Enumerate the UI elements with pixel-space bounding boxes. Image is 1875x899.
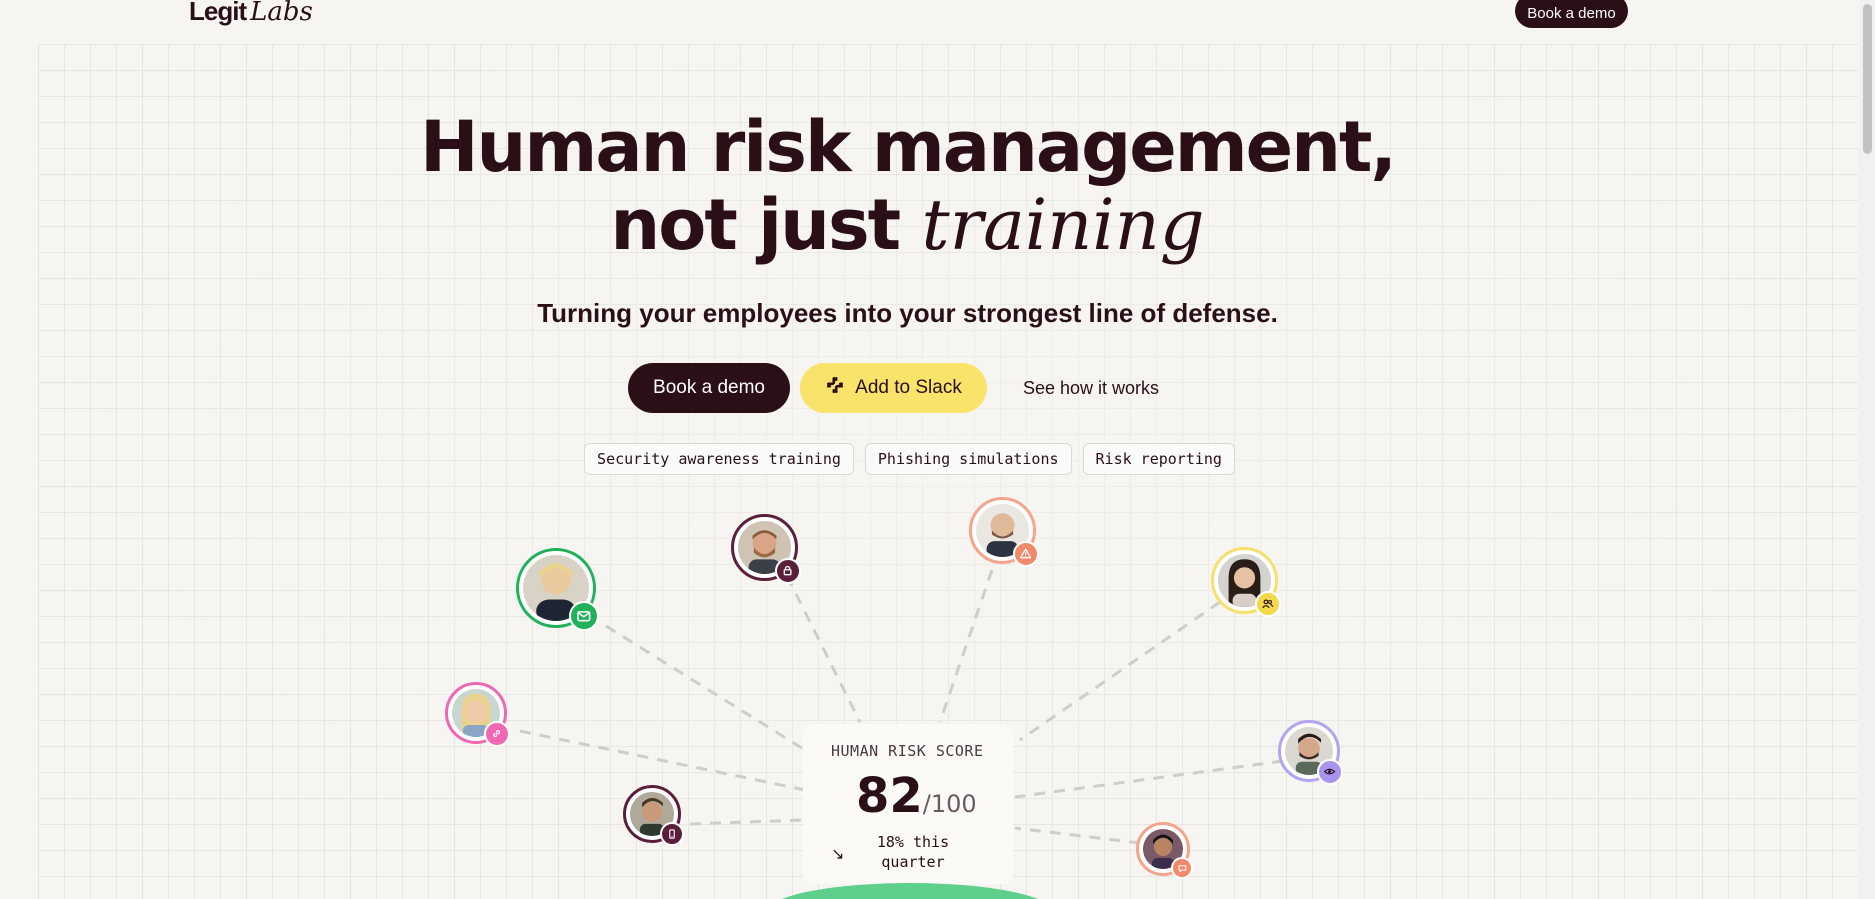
human-risk-score-card: HUMAN RISK SCORE 82 /100 ↘ 18% this quar… [803,724,1013,884]
link-icon [484,721,510,747]
score-trend: ↘ 18% this quarter [831,832,1013,872]
avatar-chat[interactable] [1136,822,1193,879]
eye-icon [1317,759,1343,785]
hero-title-script: training [921,184,1205,266]
trend-down-icon: ↘ [831,846,845,863]
avatar-eye[interactable] [1278,720,1343,785]
avatar-link[interactable] [445,682,510,747]
avatar-mail[interactable] [516,548,599,631]
scrollbar[interactable] [1859,0,1875,899]
trend-text: 18% this quarter [876,833,950,871]
alert-icon [1013,541,1039,567]
add-to-slack-button[interactable]: Add to Slack [800,363,987,413]
phone-icon [660,822,684,846]
hero-title-line1: Human risk management, [419,106,1397,188]
hero-title: Human risk management, not just training [0,108,1815,264]
logo-wordmark: Legit [189,0,247,26]
feature-tags: Security awareness training Phishing sim… [0,443,1815,475]
hero-subtitle: Turning your employees into your stronge… [537,298,1278,328]
tag-risk-reporting[interactable]: Risk reporting [1082,443,1235,475]
score-max: /100 [922,790,977,818]
lock-icon [775,558,801,584]
score-value: 82 [856,768,923,824]
avatar-phone[interactable] [623,785,684,846]
book-demo-button[interactable]: Book a demo [628,363,790,413]
tag-phishing-simulations[interactable]: Phishing simulations [864,443,1072,475]
hero-title-line2: not just [610,184,901,266]
avatar-lock[interactable] [731,514,801,584]
add-to-slack-label: Add to Slack [855,377,962,398]
users-icon [1255,591,1281,617]
logo-script: Labs [250,0,313,27]
tag-security-awareness[interactable]: Security awareness training [584,443,854,475]
score-row: 82 /100 [831,768,1013,824]
book-demo-label: Book a demo [653,377,765,398]
see-how-it-works-link[interactable]: See how it works [1006,363,1176,413]
slack-icon [825,375,845,401]
chat-icon [1171,857,1193,879]
scrollbar-thumb[interactable] [1863,4,1872,154]
mail-icon [569,601,599,631]
avatar-alert[interactable] [969,497,1039,567]
avatar-users[interactable] [1211,547,1281,617]
logo[interactable]: Legit Labs [189,0,313,28]
nav-book-demo-button[interactable]: Book a demo [1515,0,1628,28]
score-label: HUMAN RISK SCORE [831,742,984,760]
